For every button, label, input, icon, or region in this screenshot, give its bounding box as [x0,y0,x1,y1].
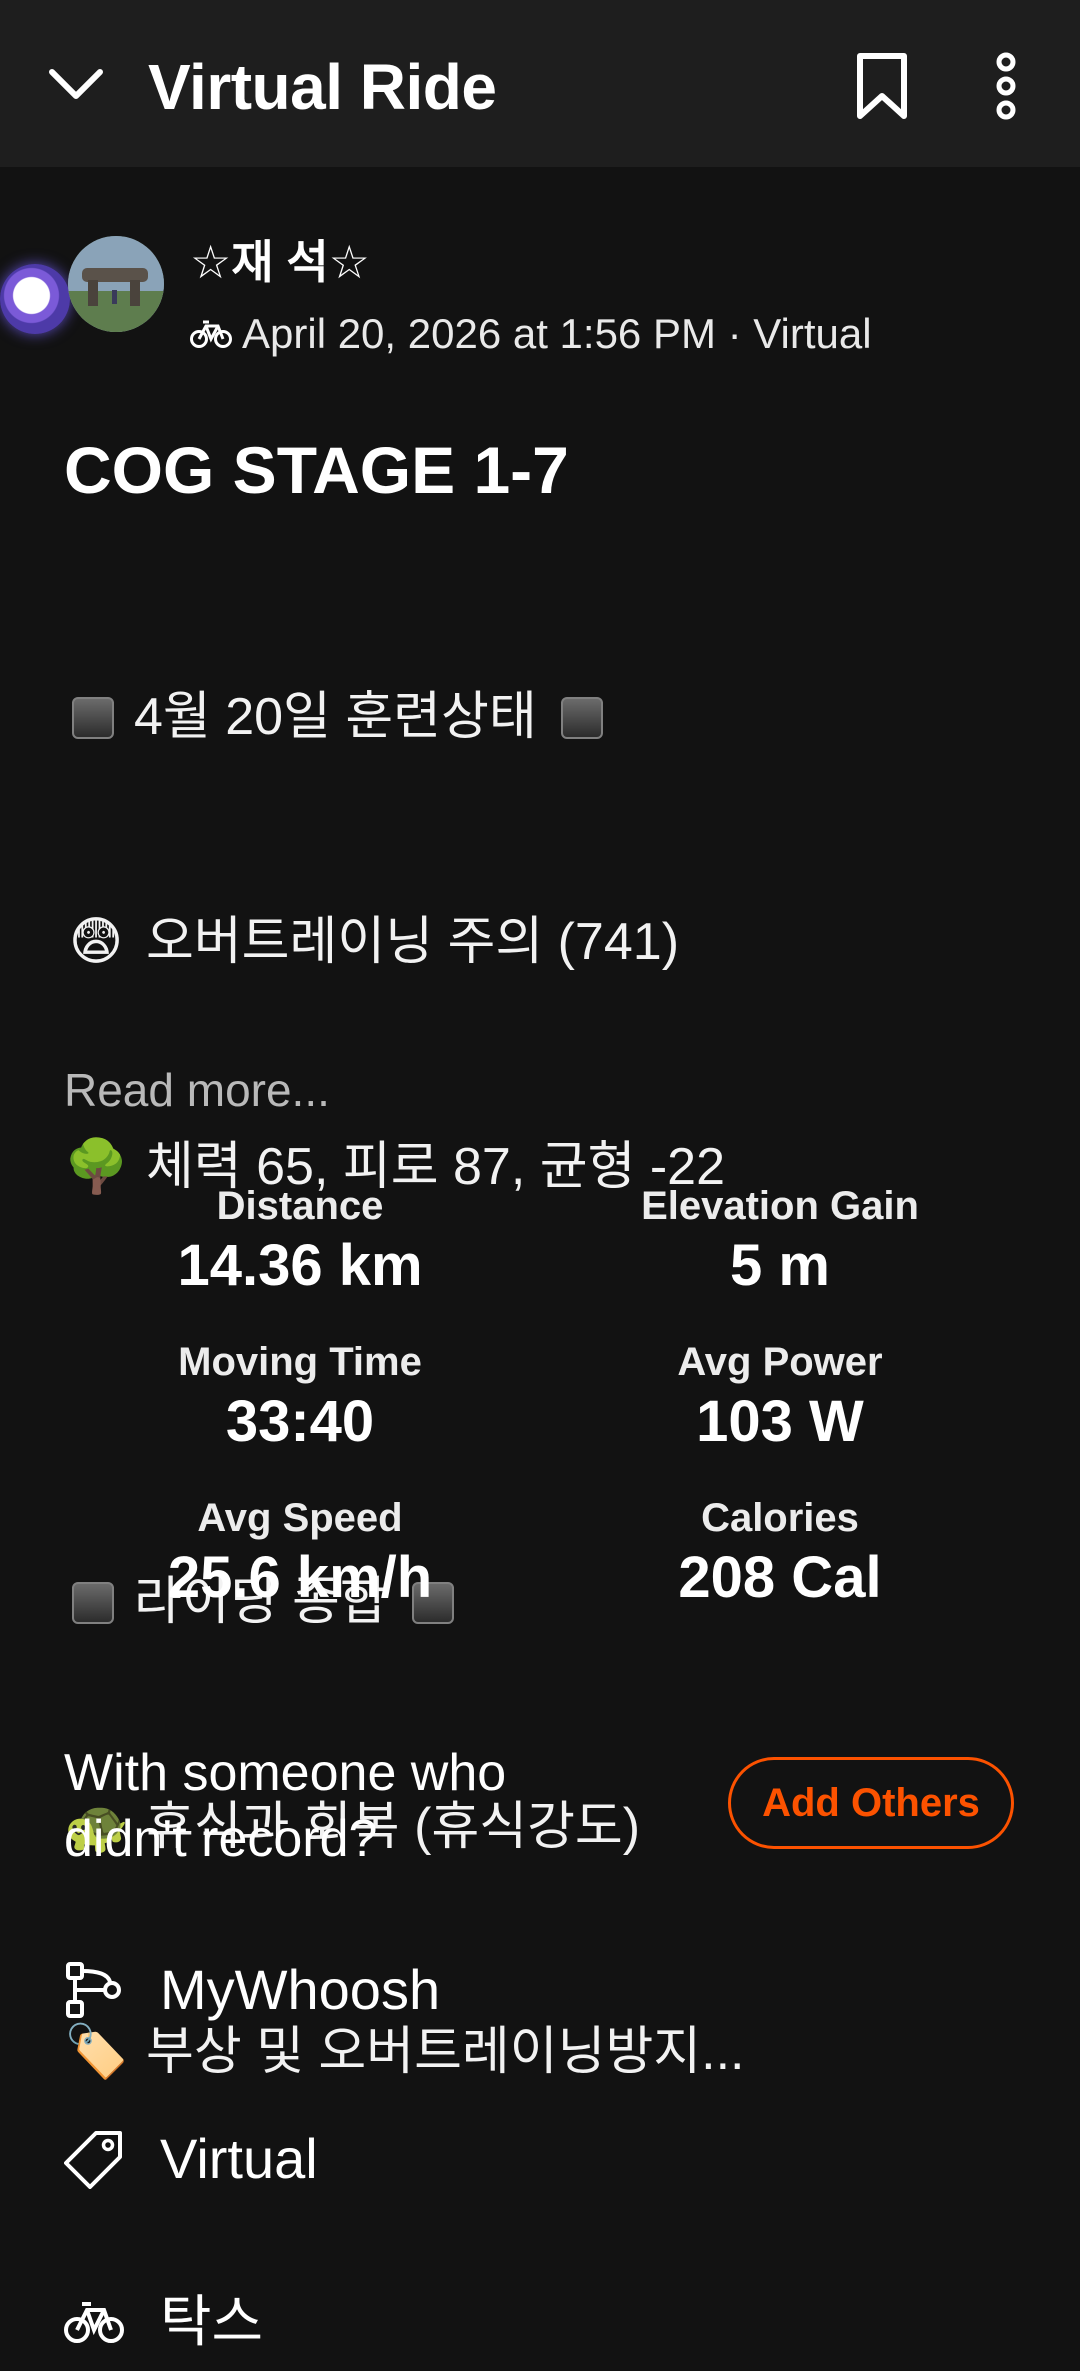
chevron-down-icon[interactable] [44,52,108,116]
device-name: MyWhoosh [160,1958,441,2021]
stat-distance: Distance 14.36 km [177,1184,423,1298]
route-nodes-icon [66,1962,121,2018]
activity-tag: Virtual [160,2127,318,2190]
bike-name: 탁스 [160,2290,264,2353]
device-row[interactable]: MyWhoosh [64,1955,440,2025]
square-icon [560,696,603,739]
read-more-link[interactable]: Read more... [64,1060,330,1120]
more-options-icon[interactable] [990,52,1022,120]
add-others-button[interactable]: Add Others [728,1757,1014,1849]
label-tag-icon: 🏷️ [64,2023,129,2081]
add-others-prompt: With someone who didn't record? [64,1744,507,1868]
bike-icon [64,2302,124,2343]
tag-row[interactable]: Virtual [64,2124,318,2194]
stat-avg-power: Avg Power 103 W [677,1340,883,1454]
description-line: 4월 20일 훈련상태 [64,680,1024,755]
fearful-face-icon: 😨 [68,913,124,971]
stat-moving-time: Moving Time 33:40 [178,1340,422,1454]
floating-chat-bubble[interactable] [0,264,70,334]
tag-icon [64,2131,122,2189]
stats-grid: Distance 14.36 km Elevation Gain 5 m Mov… [60,1180,1020,1612]
stat-avg-speed: Avg Speed 25.6 km/h [167,1496,433,1610]
stat-elevation-gain: Elevation Gain 5 m [641,1184,919,1298]
avatar[interactable] [68,236,164,332]
activity-title: COG STAGE 1-7 [64,433,569,507]
bookmark-icon[interactable] [852,52,912,120]
activity-date-type: April 20, 2026 at 1:56 PM · Virtual [242,310,872,357]
activity-meta: April 20, 2026 at 1:56 PM · Virtual [190,308,872,360]
description-line: 😨 오버트레이닝 주의 (741) [64,905,1024,980]
description-line: 🏷️ 부상 및 오버트레이닝방지... [64,2015,1024,2090]
square-icon [72,696,114,739]
bike-icon [190,320,232,348]
page-title: Virtual Ride [148,51,497,123]
athlete-name[interactable]: ☆재 석☆ [190,234,370,290]
stat-calories: Calories 208 Cal [678,1496,882,1610]
bike-row[interactable]: 탁스 [64,2287,263,2357]
top-app-bar: Virtual Ride [0,0,1080,167]
